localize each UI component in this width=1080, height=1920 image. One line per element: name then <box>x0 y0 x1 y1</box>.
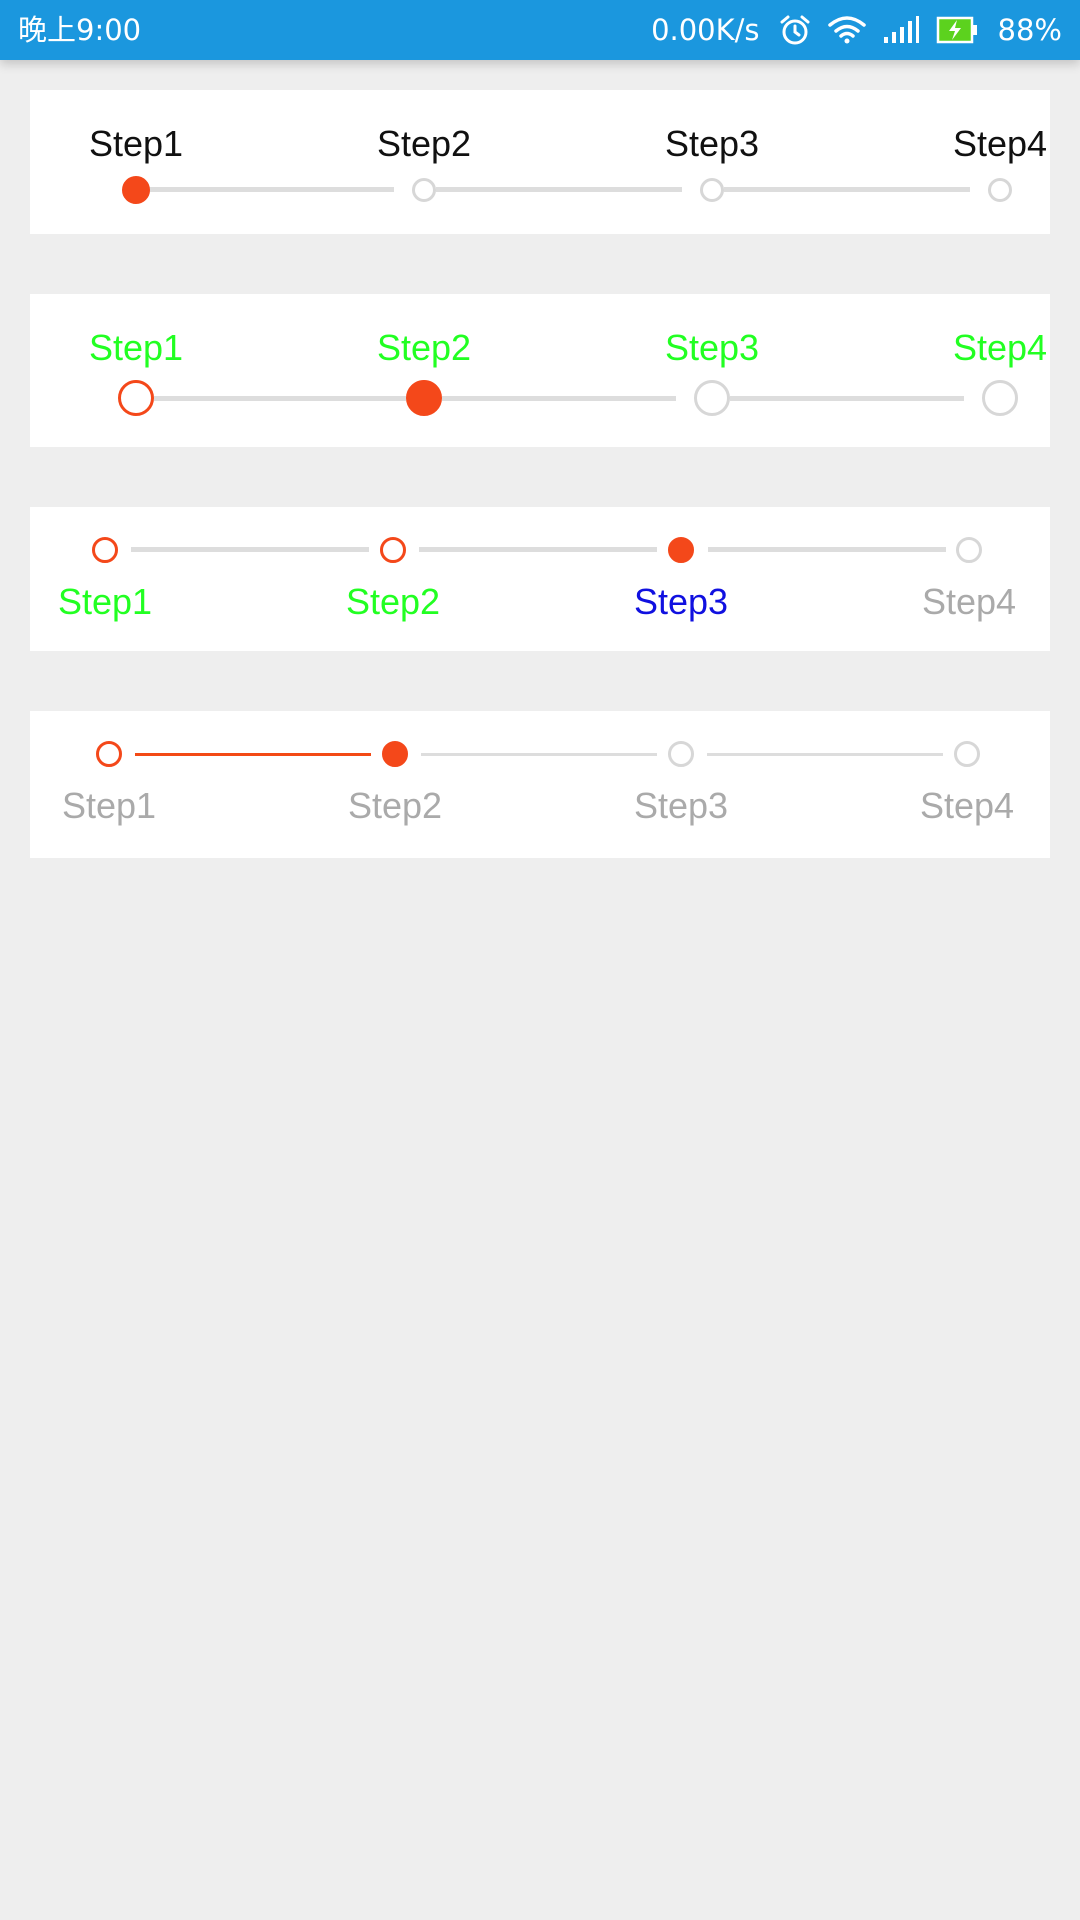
battery-percent: 88% <box>997 13 1062 47</box>
step-node-4[interactable] <box>956 537 982 563</box>
stepper-card-1: Step1 Step2 Step3 Step4 <box>30 90 1050 234</box>
step-connector <box>131 547 369 552</box>
step-connector <box>136 187 394 192</box>
step-label-1: Step1 <box>88 327 184 368</box>
step-connector <box>730 396 964 401</box>
step-connector <box>436 187 682 192</box>
step-node-4[interactable] <box>988 178 1012 202</box>
step-label-3: Step3 <box>633 581 729 622</box>
stepper-card-4: Step1 Step2 Step3 Step4 <box>30 711 1050 858</box>
stepper-card-2: Step1 Step2 Step3 Step4 <box>30 294 1050 447</box>
signal-icon <box>883 16 919 43</box>
step-node-2[interactable] <box>380 537 406 563</box>
step-node-3[interactable] <box>668 537 694 563</box>
step-node-3[interactable] <box>700 178 724 202</box>
step-node-1[interactable] <box>92 537 118 563</box>
step-label-1: Step1 <box>88 123 184 164</box>
step-label-3: Step3 <box>664 327 760 368</box>
stepper: Step1 Step2 Step3 Step4 <box>30 507 1050 651</box>
step-connector <box>724 187 970 192</box>
step-label-4: Step4 <box>952 327 1048 368</box>
step-connector <box>442 396 676 401</box>
alarm-icon <box>780 15 810 45</box>
battery-charging-icon <box>936 16 977 44</box>
step-node-1[interactable] <box>118 380 154 416</box>
step-node-2[interactable] <box>382 741 408 767</box>
step-label-2: Step2 <box>376 123 472 164</box>
step-label-1: Step1 <box>57 581 153 622</box>
network-speed: 0.00K/s <box>651 13 760 47</box>
wifi-icon <box>827 16 866 44</box>
stepper: Step1 Step2 Step3 Step4 <box>30 294 1050 447</box>
step-label-1: Step1 <box>61 785 157 826</box>
step-node-1[interactable] <box>96 741 122 767</box>
step-node-1[interactable] <box>122 176 150 204</box>
step-connector <box>419 547 657 552</box>
status-time: 晚上9:00 <box>18 13 142 47</box>
status-bar: 晚上9:00 0.00K/s 88% <box>0 0 1080 60</box>
step-node-3[interactable] <box>694 380 730 416</box>
step-connector <box>421 753 657 756</box>
step-label-4: Step4 <box>921 581 1017 622</box>
step-label-2: Step2 <box>347 785 443 826</box>
step-label-2: Step2 <box>345 581 441 622</box>
step-node-2[interactable] <box>406 380 442 416</box>
step-node-2[interactable] <box>412 178 436 202</box>
step-label-3: Step3 <box>633 785 729 826</box>
step-label-4: Step4 <box>952 123 1048 164</box>
step-connector <box>708 547 946 552</box>
step-label-3: Step3 <box>664 123 760 164</box>
step-node-3[interactable] <box>668 741 694 767</box>
step-node-4[interactable] <box>954 741 980 767</box>
stepper: Step1 Step2 Step3 Step4 <box>30 711 1050 858</box>
step-connector <box>707 753 943 756</box>
status-icons: 0.00K/s 88% <box>651 0 1062 60</box>
step-node-4[interactable] <box>982 380 1018 416</box>
stepper-card-3: Step1 Step2 Step3 Step4 <box>30 507 1050 651</box>
step-label-4: Step4 <box>919 785 1015 826</box>
step-connector <box>154 396 406 401</box>
step-connector <box>135 753 371 756</box>
step-label-2: Step2 <box>376 327 472 368</box>
stepper: Step1 Step2 Step3 Step4 <box>30 90 1050 234</box>
